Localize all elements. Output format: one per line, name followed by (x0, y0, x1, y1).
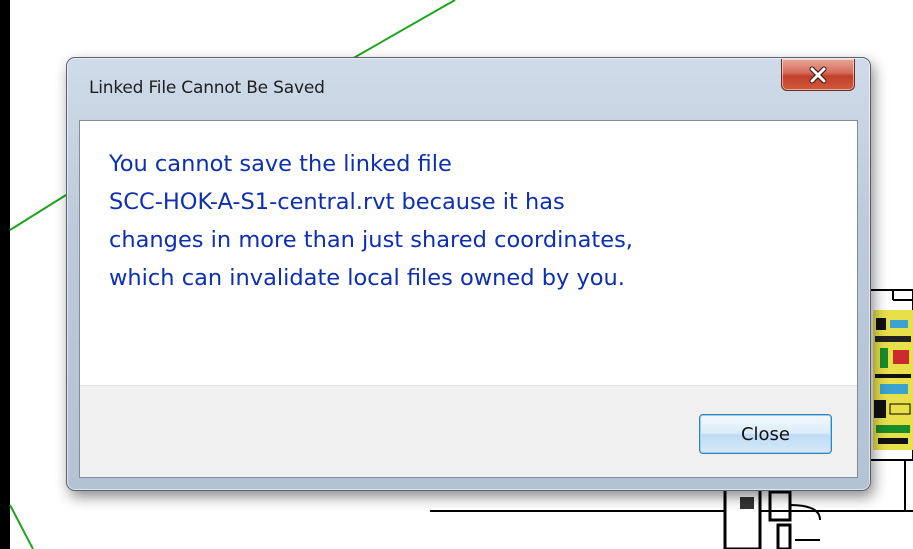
close-icon (809, 66, 827, 83)
dialog-message: You cannot save the linked file SCC-HOK-… (109, 145, 849, 297)
drawing-line (349, 0, 456, 61)
message-line: changes in more than just shared coordin… (109, 227, 633, 253)
close-button[interactable]: Close (699, 414, 832, 454)
screen: Linked File Cannot Be Saved You cannot s… (0, 0, 913, 549)
drawing-line (9, 194, 67, 231)
drawing-line (9, 504, 34, 549)
title-close-button[interactable] (781, 59, 855, 91)
dialog-titlebar[interactable]: Linked File Cannot Be Saved (67, 58, 870, 120)
linked-file-dialog: Linked File Cannot Be Saved You cannot s… (66, 57, 871, 491)
dialog-title: Linked File Cannot Be Saved (89, 78, 325, 98)
message-line: SCC-HOK-A-S1-central.rvt because it has (109, 189, 565, 215)
message-line: which can invalidate local files owned b… (109, 265, 625, 291)
dialog-footer: Close (80, 385, 857, 477)
dialog-content: You cannot save the linked file SCC-HOK-… (79, 120, 858, 478)
message-line: You cannot save the linked file (109, 151, 452, 177)
